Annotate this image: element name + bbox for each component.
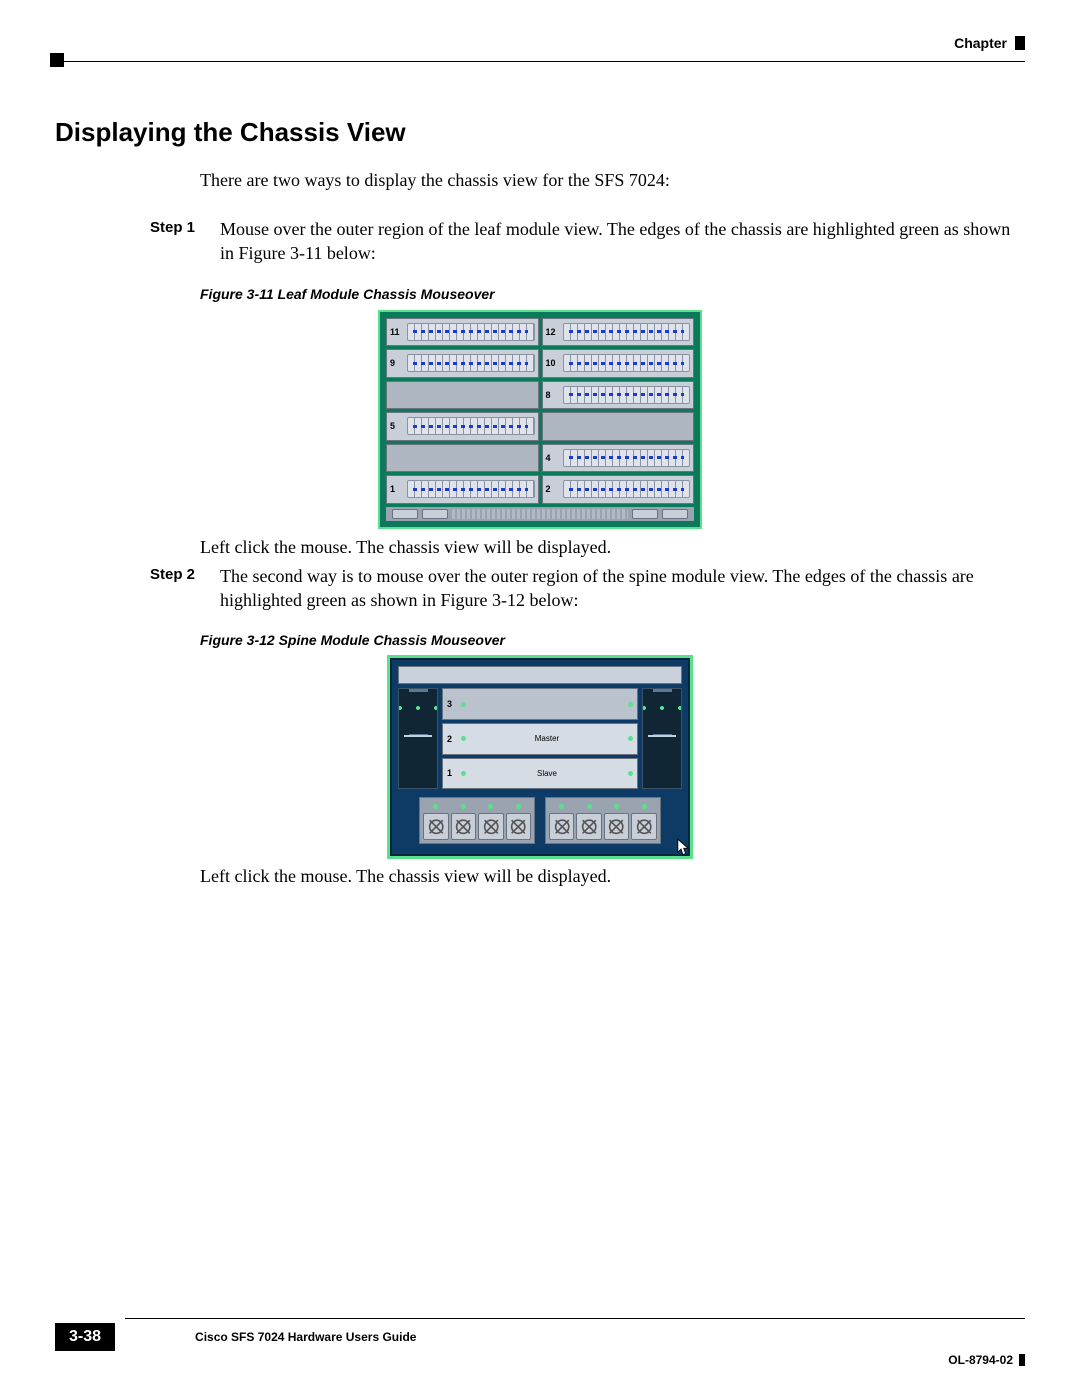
leaf-slot: 9: [386, 349, 539, 378]
leaf-slot: 2: [542, 475, 695, 504]
footer-square-icon: [1019, 1354, 1025, 1366]
spine-top-bar: [398, 666, 682, 684]
controller-slot: 1 Slave: [442, 758, 638, 790]
step-2-text: The second way is to mouse over the oute…: [220, 564, 1025, 613]
fan-icon: [423, 813, 448, 840]
fan-icon: [631, 813, 656, 840]
fan-icon: [604, 813, 629, 840]
figure-1-after: Left click the mouse. The chassis view w…: [200, 537, 1025, 558]
leaf-slot: 4: [542, 444, 695, 473]
step-2: Step 2 The second way is to mouse over t…: [55, 564, 1025, 613]
spine-left-tower: [398, 688, 438, 789]
chapter-label: Chapter: [954, 35, 1007, 51]
psu-icon: [662, 509, 688, 519]
page-number: 3-38: [55, 1323, 115, 1351]
fan-block: [545, 797, 661, 844]
psu-icon: [632, 509, 658, 519]
spine-right-tower: [642, 688, 682, 789]
leaf-slot: 1: [386, 475, 539, 504]
power-row: [386, 507, 694, 521]
intro-text: There are two ways to display the chassi…: [200, 170, 1025, 191]
fan-icon: [549, 813, 574, 840]
leaf-slot: 10: [542, 349, 695, 378]
leaf-slot: 12: [542, 318, 695, 347]
section-title: Displaying the Chassis View: [55, 117, 1025, 148]
footer: 3-38 Cisco SFS 7024 Hardware Users Guide…: [55, 1318, 1025, 1367]
figure-1-chassis: 11 12 9 10 8 5 4 1 2: [380, 312, 700, 527]
figure-2-after: Left click the mouse. The chassis view w…: [200, 866, 1025, 887]
figure-2-spine: 3 2 Master 1 Slave: [390, 658, 690, 856]
leaf-slot: 8: [542, 381, 695, 410]
figure-1-caption: Figure 3-11 Leaf Module Chassis Mouseove…: [200, 286, 1025, 302]
corner-square: [50, 53, 64, 67]
leaf-slot-empty: [386, 381, 539, 410]
fan-icon: [576, 813, 601, 840]
fan-bay: [398, 793, 682, 848]
doc-id: OL-8794-02: [948, 1353, 1013, 1367]
header-rule: [50, 61, 1025, 62]
fan-block: [419, 797, 535, 844]
fan-icon: [506, 813, 531, 840]
header: Chapter: [55, 35, 1025, 51]
step-2-label: Step 2: [150, 564, 200, 613]
leaf-slot: 5: [386, 412, 539, 441]
psu-icon: [392, 509, 418, 519]
fan-icon: [478, 813, 503, 840]
controller-slot: 3: [442, 688, 638, 720]
header-square-icon: [1015, 36, 1025, 50]
step-1-label: Step 1: [150, 217, 200, 266]
footer-rule: [125, 1318, 1025, 1319]
step-1-text: Mouse over the outer region of the leaf …: [220, 217, 1025, 266]
controller-stack: 3 2 Master 1 Slave: [442, 688, 638, 789]
leaf-slot: 11: [386, 318, 539, 347]
cursor-icon: [676, 838, 690, 856]
fan-strip: [452, 509, 628, 519]
leaf-slot-empty: [542, 412, 695, 441]
psu-icon: [422, 509, 448, 519]
figure-2-caption: Figure 3-12 Spine Module Chassis Mouseov…: [200, 632, 1025, 648]
leaf-slot-empty: [386, 444, 539, 473]
controller-slot: 2 Master: [442, 723, 638, 755]
footer-guide-title: Cisco SFS 7024 Hardware Users Guide: [195, 1330, 1025, 1344]
fan-icon: [451, 813, 476, 840]
step-1: Step 1 Mouse over the outer region of th…: [55, 217, 1025, 266]
